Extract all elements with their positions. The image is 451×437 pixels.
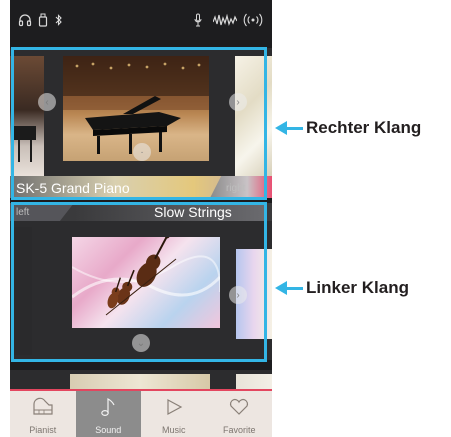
callout-line bbox=[285, 287, 303, 290]
app-screen: ‹ › · SK-5 Grand Piano right left Slow S… bbox=[10, 0, 272, 437]
right-sound-label: Rechter Klang bbox=[306, 118, 422, 137]
chevron-left-icon[interactable]: ‹ bbox=[38, 93, 56, 111]
heart-icon bbox=[227, 397, 251, 422]
left-sound-name: Slow Strings bbox=[154, 204, 232, 220]
bluetooth-icon bbox=[55, 13, 63, 27]
third-sound-next bbox=[236, 374, 272, 390]
tab-music-label: Music bbox=[161, 425, 186, 435]
callout-line bbox=[285, 127, 303, 130]
right-sound-name: SK-5 Grand Piano bbox=[16, 180, 130, 196]
chevron-right-icon[interactable]: › bbox=[229, 286, 247, 304]
usb-drive-icon bbox=[38, 13, 48, 27]
right-sound-tag: right bbox=[226, 183, 246, 194]
left-sound-label: Linker Klang bbox=[306, 278, 409, 297]
tab-music[interactable]: Music bbox=[141, 391, 207, 437]
tab-pianist[interactable]: Pianist bbox=[10, 391, 76, 437]
previous-sound-card-left[interactable] bbox=[10, 227, 32, 355]
next-sound-card[interactable] bbox=[235, 56, 272, 176]
tab-sound-label: Sound bbox=[95, 425, 122, 435]
play-icon bbox=[162, 397, 186, 422]
music-note-icon bbox=[96, 397, 120, 422]
chevron-down-icon[interactable]: ⌄ bbox=[132, 334, 150, 352]
microphone-icon bbox=[194, 13, 202, 27]
headphones-icon bbox=[18, 13, 32, 27]
tab-bar: Pianist Sound Music Favorite bbox=[10, 389, 272, 437]
manual-figure: ‹ › · SK-5 Grand Piano right left Slow S… bbox=[0, 0, 451, 437]
left-sound-tag: left bbox=[16, 207, 30, 218]
tab-favorite[interactable]: Favorite bbox=[207, 391, 273, 437]
chevron-down-icon[interactable]: · bbox=[133, 143, 151, 161]
waveform-icon bbox=[213, 13, 237, 27]
piano-icon bbox=[31, 397, 55, 422]
status-bar bbox=[10, 0, 272, 40]
left-sound-panel[interactable]: left Slow Strings › ⌄ bbox=[10, 203, 272, 360]
wireless-icon bbox=[243, 13, 263, 27]
tab-pianist-label: Pianist bbox=[29, 425, 57, 435]
tab-sound[interactable]: Sound bbox=[75, 391, 141, 437]
right-sound-panel[interactable]: ‹ › · SK-5 Grand Piano right bbox=[10, 48, 272, 198]
tab-favorite-label: Favorite bbox=[222, 425, 256, 435]
third-sound-image bbox=[70, 374, 210, 390]
chevron-right-icon[interactable]: › bbox=[229, 93, 247, 111]
third-sound-strip bbox=[10, 370, 272, 390]
slow-strings-image[interactable] bbox=[72, 237, 220, 328]
previous-sound-card[interactable] bbox=[10, 56, 44, 176]
